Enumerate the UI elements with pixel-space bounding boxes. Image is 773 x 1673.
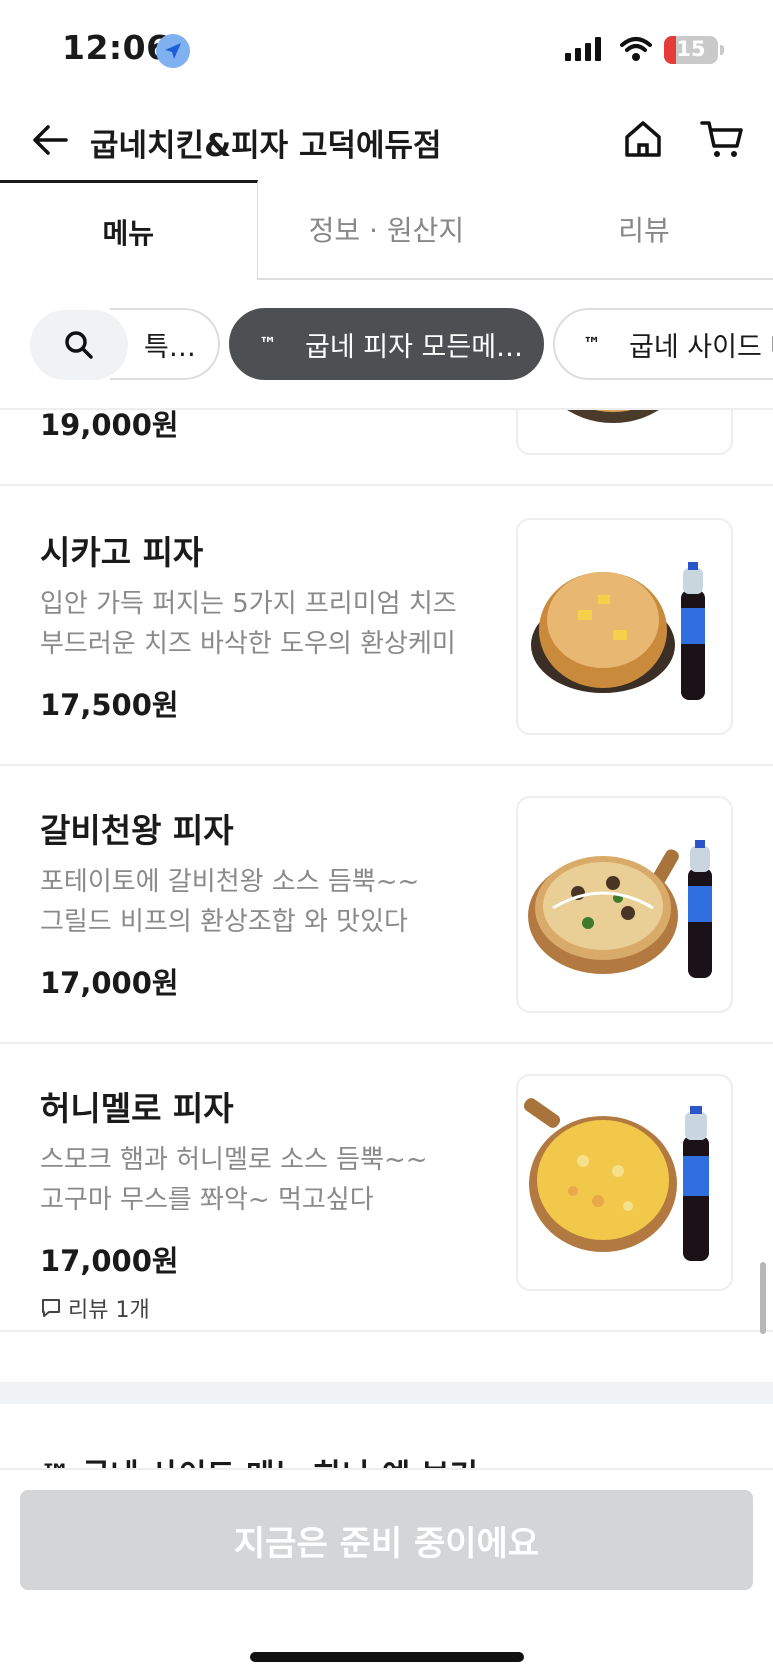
menu-item[interactable]: 19,000원 <box>0 410 773 486</box>
status-bar: 12:06 15 <box>0 0 773 100</box>
menu-item[interactable]: 시카고 피자 입안 가득 퍼지는 5가지 프리미엄 치즈 부드러운 치즈 바삭한… <box>0 488 773 766</box>
home-indicator <box>250 1652 524 1662</box>
menu-list: 19,000원 시카고 피자 입안 가득 퍼지는 5가지 프리미엄 치즈 부드러… <box>0 410 773 1470</box>
order-status-button[interactable]: 지금은 준비 중이에요 <box>20 1490 753 1590</box>
battery-icon: 15 <box>664 36 724 64</box>
menu-item[interactable]: 허니멜로 피자 스모크 햄과 허니멜로 소스 듬뿍~~ 고구마 무스를 쫘악~ … <box>0 1044 773 1332</box>
section-divider <box>0 1382 773 1404</box>
cart-icon[interactable] <box>700 118 744 160</box>
item-price: 17,000원 <box>40 966 179 1000</box>
cellular-signal-icon <box>565 37 601 61</box>
category-chip-active[interactable]: ™ 굽네 피자 모든메… <box>229 308 544 380</box>
speech-bubble-icon <box>42 1299 60 1317</box>
item-price: 17,500원 <box>40 688 179 722</box>
tab-info[interactable]: 정보 · 원산지 <box>257 180 516 280</box>
menu-item[interactable]: 갈비천왕 피자 포테이토에 갈비천왕 소스 듬뿍~~ 그릴드 비프의 환상조합 … <box>0 766 773 1044</box>
item-description: 스모크 햄과 허니멜로 소스 듬뿍~~ 고구마 무스를 쫘악~ 먹고싶다 <box>40 1145 428 1215</box>
store-tabs: 메뉴 정보 · 원산지 리뷰 <box>0 180 773 280</box>
item-price: 19,000원 <box>40 410 179 442</box>
item-name: 갈비천왕 피자 <box>40 811 234 850</box>
review-count-label: 리뷰 1개 <box>68 1298 150 1323</box>
app-header: 굽네치킨&피자 고덕에듀점 <box>0 100 773 180</box>
item-price: 17,000원 <box>40 1244 179 1278</box>
home-icon[interactable] <box>622 118 664 160</box>
item-image <box>516 518 733 735</box>
chip-prefix: ™ <box>259 333 277 355</box>
tab-menu[interactable]: 메뉴 <box>0 180 258 280</box>
back-arrow-icon[interactable] <box>30 120 70 160</box>
menu-search-button[interactable] <box>30 310 128 380</box>
item-image <box>516 1074 733 1291</box>
item-description: 입안 가득 퍼지는 5가지 프리미엄 치즈 부드러운 치즈 바삭한 도우의 환상… <box>40 589 457 659</box>
battery-level: 15 <box>676 37 706 61</box>
status-time: 12:06 <box>62 28 170 67</box>
item-name: 허니멜로 피자 <box>40 1089 234 1128</box>
next-section-title: ™ 굽네 사이드 메뉴 하나 예 보기 <box>40 1450 478 1470</box>
chip-label: 특… <box>144 331 196 363</box>
chip-label: 굽네 피자 모든메… <box>305 331 524 363</box>
item-description: 포테이토에 갈비천왕 소스 듬뿍~~ 그릴드 비프의 환상조합 와 맛있다 <box>40 867 420 937</box>
category-chip[interactable]: ™ 굽네 사이드 메 <box>553 308 773 380</box>
bottom-action-bar: 지금은 준비 중이에요 <box>0 1468 773 1673</box>
item-image <box>516 796 733 1013</box>
scrollbar[interactable] <box>760 1262 766 1334</box>
item-name: 시카고 피자 <box>40 533 204 572</box>
search-icon <box>65 331 93 359</box>
item-image <box>516 410 733 455</box>
chip-prefix: ™ <box>583 333 601 355</box>
wifi-icon <box>620 37 652 61</box>
store-name: 굽네치킨&피자 고덕에듀점 <box>90 128 442 164</box>
review-count[interactable]: 리뷰 1개 <box>40 1292 150 1324</box>
category-chip-bar: 특… ™ 굽네 피자 모든메… ™ 굽네 사이드 메 <box>0 290 773 410</box>
location-arrow-icon <box>156 34 190 68</box>
chip-label: 굽네 사이드 메 <box>629 331 773 363</box>
tab-reviews[interactable]: 리뷰 <box>515 180 773 280</box>
